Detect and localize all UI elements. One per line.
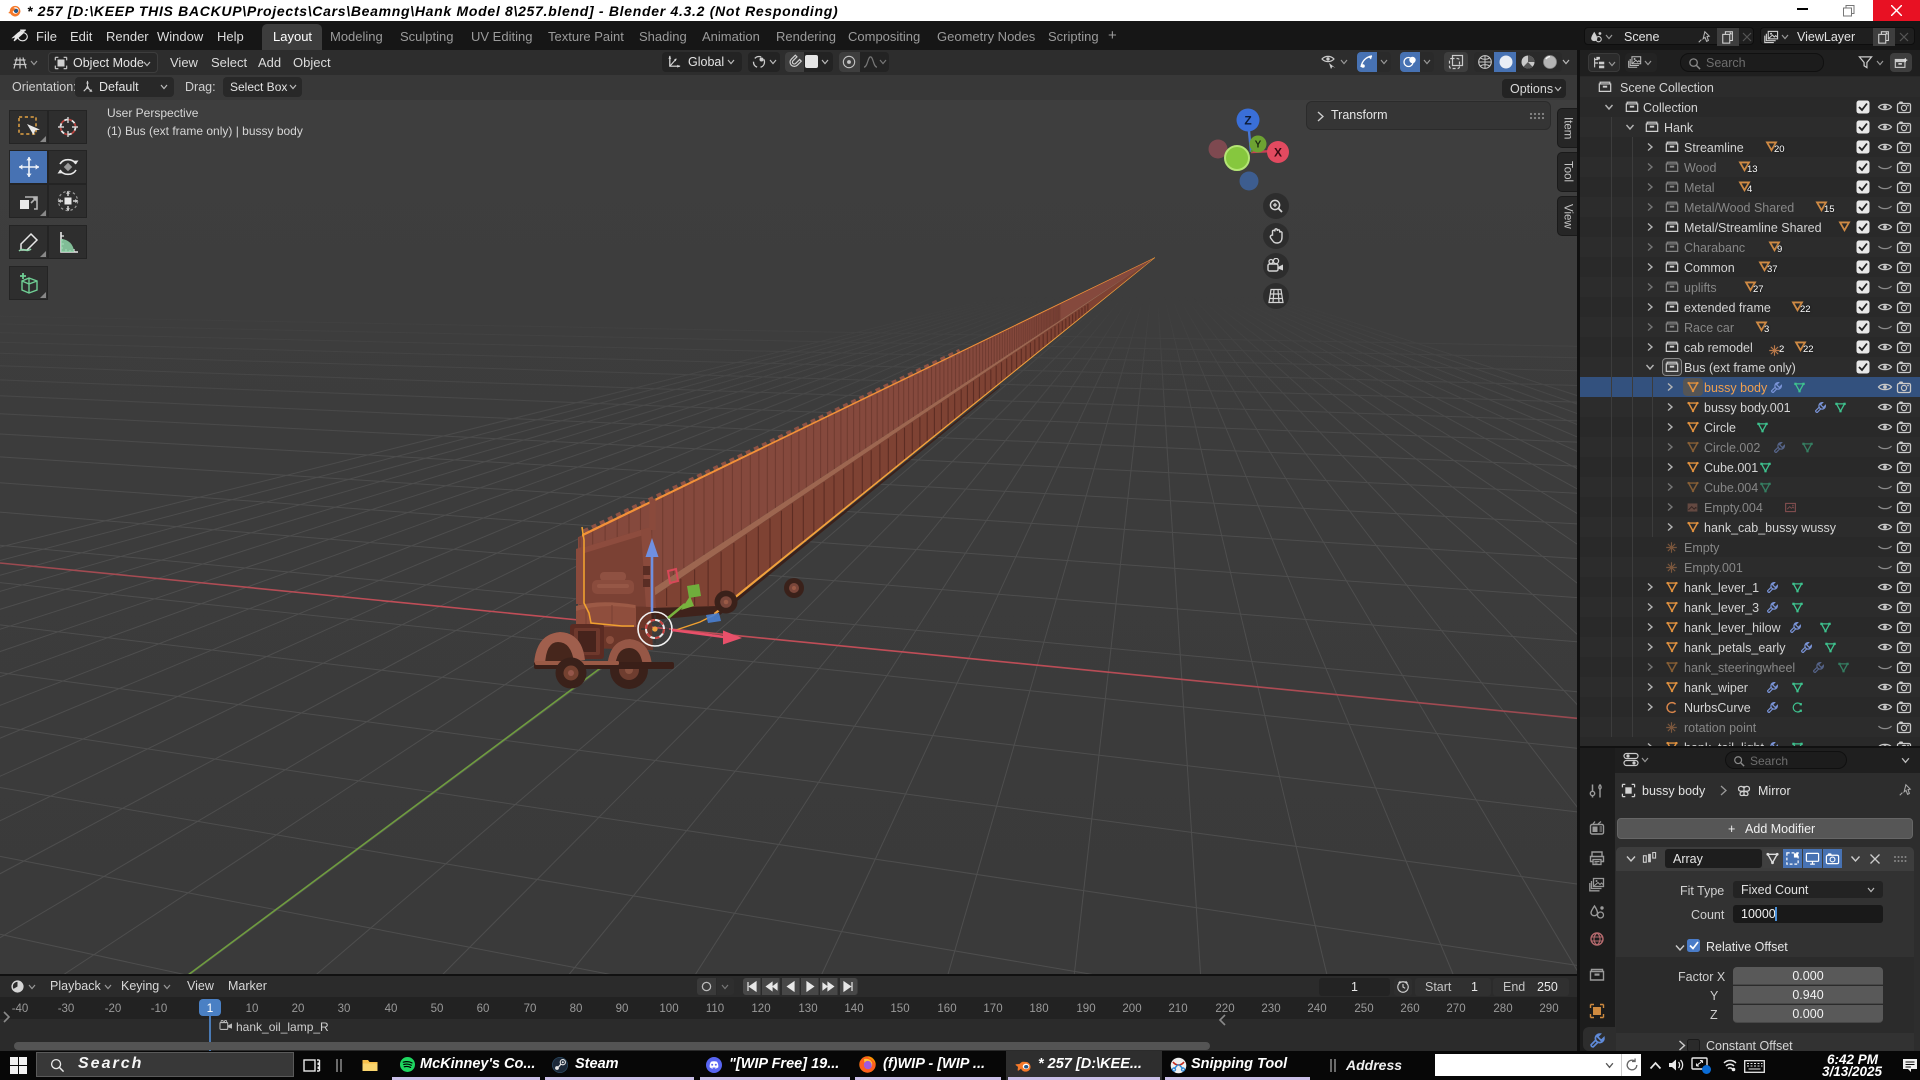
svg-text:Z: Z: [1244, 114, 1251, 128]
svg-text:Y: Y: [1255, 139, 1262, 150]
svg-text:X: X: [1274, 145, 1282, 159]
